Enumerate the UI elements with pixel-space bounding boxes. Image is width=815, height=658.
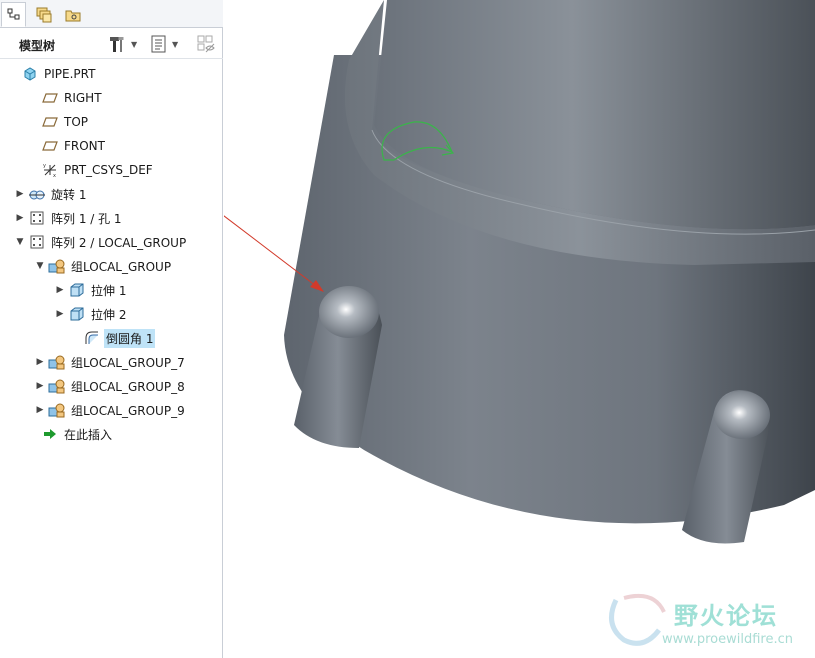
folder-tab[interactable] [60, 2, 85, 27]
peg-left-cap[interactable] [319, 286, 379, 338]
panel-title: 模型树 [19, 39, 56, 53]
tree-item-label: TOP [64, 115, 89, 129]
tree-settings-button[interactable]: ▼ [107, 33, 137, 55]
tree-item[interactable]: TOP [28, 110, 90, 134]
list-settings-icon [151, 35, 166, 53]
expand-arrow-icon[interactable]: ▶ [35, 405, 45, 415]
datum-plane-icon [41, 137, 59, 155]
graphics-viewport[interactable]: 野火论坛 www.proewildfire.cn [224, 0, 815, 658]
expand-arrow-icon[interactable]: ▶ [15, 189, 25, 199]
tree-item[interactable]: 倒圆角 1 [70, 326, 156, 350]
tree-item[interactable]: 在此插入 [28, 422, 114, 446]
group-icon [48, 257, 66, 275]
expand-arrow-icon[interactable]: ▶ [35, 381, 45, 391]
tree-item[interactable]: PIPE.PRT [8, 62, 97, 86]
pattern-icon [28, 209, 46, 227]
layers-tab[interactable] [31, 2, 56, 27]
tree-item-label: 拉伸 2 [91, 307, 127, 322]
model-tree-icon [7, 8, 19, 19]
tree-item[interactable]: y x PRT_CSYS_DEF [28, 158, 155, 182]
insert-here-icon [41, 425, 59, 443]
chevron-down-icon: ▼ [172, 39, 179, 49]
tree-item[interactable]: ▶ 组LOCAL_GROUP_7 [35, 350, 187, 374]
tree-item-label: 组LOCAL_GROUP_7 [71, 355, 185, 370]
datum-plane-icon [41, 113, 59, 131]
tree-item-label: 组LOCAL_GROUP [71, 259, 172, 274]
group-icon [48, 401, 66, 419]
extrude-icon [68, 281, 86, 299]
expand-arrow-icon[interactable]: ▶ [55, 309, 65, 319]
tree-item-label: PIPE.PRT [44, 67, 96, 81]
tree-columns-button[interactable]: ▼ [150, 33, 178, 55]
tree-item[interactable]: ▶ 拉伸 1 [55, 278, 128, 302]
show-filter-icon [197, 35, 215, 53]
watermark-url: www.proewildfire.cn [662, 632, 793, 647]
tree-item[interactable]: ▶ 组LOCAL_GROUP_9 [35, 398, 187, 422]
tree-item-label: 阵列 2 / LOCAL_GROUP [51, 235, 187, 250]
watermark-logo [609, 593, 666, 646]
tree-item-label: 在此插入 [64, 427, 113, 442]
tree-item[interactable]: ▼ 阵列 2 / LOCAL_GROUP [15, 230, 188, 254]
tree-item[interactable]: ▶ 旋转 1 [15, 182, 88, 206]
tree-item-label: 阵列 1 / 孔 1 [51, 211, 122, 226]
folder-icon [65, 10, 80, 21]
tree-item[interactable]: FRONT [28, 134, 107, 158]
layers-icon [36, 7, 51, 22]
collapse-arrow-icon[interactable]: ▼ [35, 261, 45, 271]
svg-text:y: y [43, 163, 46, 169]
collapse-arrow-icon[interactable]: ▼ [15, 237, 25, 247]
tree-item-label: PRT_CSYS_DEF [64, 163, 153, 177]
expand-arrow-icon[interactable]: ▶ [15, 213, 25, 223]
round-icon [83, 329, 101, 347]
group-icon [48, 353, 66, 371]
panel-toolbar: 模型树 ▼ ▼ [0, 29, 223, 59]
tree-item-label: 组LOCAL_GROUP_8 [71, 379, 185, 394]
peg-right-cap[interactable] [714, 391, 770, 439]
watermark-text: 野火论坛 [674, 602, 778, 630]
svg-text:x: x [53, 173, 56, 178]
expand-arrow-icon[interactable]: ▶ [35, 357, 45, 367]
extrude-icon [68, 305, 86, 323]
model-tree-tab[interactable] [1, 2, 26, 27]
hammer-settings-icon [110, 37, 124, 52]
tree-item-label: 旋转 1 [51, 187, 87, 202]
tree-item[interactable]: ▼ 组LOCAL_GROUP [35, 254, 173, 278]
show-filter-button[interactable] [196, 33, 216, 55]
tree-item-label: 组LOCAL_GROUP_9 [71, 403, 185, 418]
tree-item[interactable]: RIGHT [28, 86, 104, 110]
panel-tabs [0, 0, 223, 28]
tree-item-label: FRONT [64, 139, 105, 153]
pattern-icon [28, 233, 46, 251]
revolve-icon [28, 185, 46, 203]
tree-item-label: 倒圆角 1 [104, 328, 156, 348]
tree-item-label: 拉伸 1 [91, 283, 127, 298]
chevron-down-icon: ▼ [131, 39, 138, 49]
csys-icon: yx [41, 161, 59, 179]
model-tree-panel: 模型树 ▼ ▼ PIPE.PRT RIGHT TOP FRONT y x PRT… [0, 0, 223, 658]
model-render[interactable] [224, 0, 815, 658]
part-icon [21, 65, 39, 83]
tree-item[interactable]: ▶ 组LOCAL_GROUP_8 [35, 374, 187, 398]
group-icon [48, 377, 66, 395]
expand-arrow-icon[interactable]: ▶ [55, 285, 65, 295]
datum-plane-icon [41, 89, 59, 107]
tree-item[interactable]: ▶ 拉伸 2 [55, 302, 128, 326]
tree-item-label: RIGHT [64, 91, 102, 105]
tree-item[interactable]: ▶ 阵列 1 / 孔 1 [15, 206, 124, 230]
